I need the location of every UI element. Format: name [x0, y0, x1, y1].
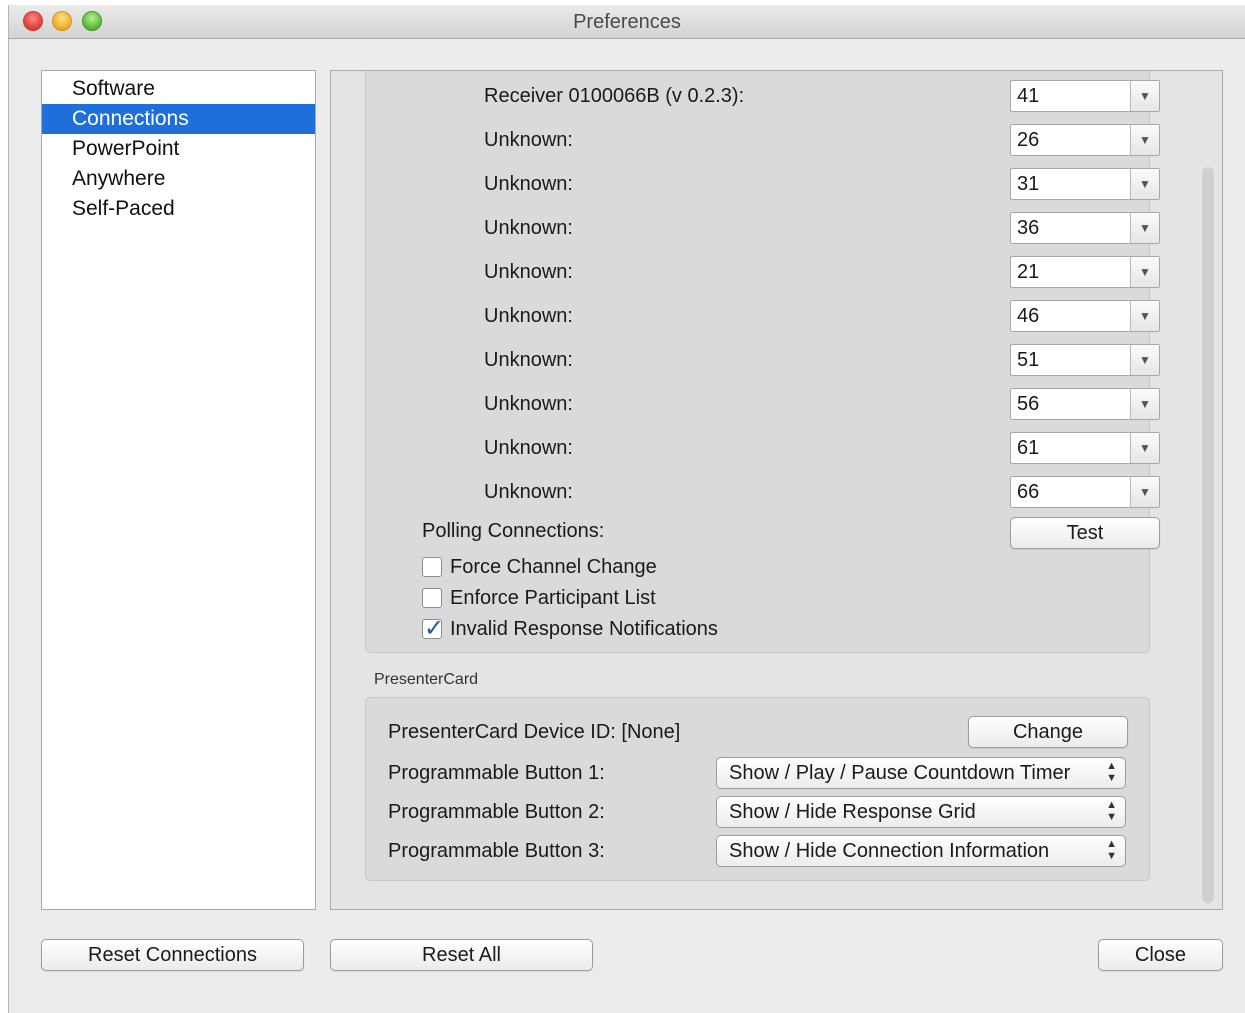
preferences-window: Preferences Software Connections PowerPo… — [8, 5, 1245, 1013]
receiver-label: Unknown: — [484, 305, 573, 327]
popup-value[interactable]: Show / Play / Pause Countdown Timer — [729, 758, 1070, 788]
programmable-button-1-popup[interactable]: Show / Play / Pause Countdown Timer ▲ ▼ — [716, 757, 1126, 789]
programmable-button-1-label: Programmable Button 1: — [388, 762, 605, 784]
sidebar-item-self-paced[interactable]: Self-Paced — [42, 194, 315, 224]
receiver-row: Unknown: 46 ▼ — [366, 298, 1160, 334]
channel-value[interactable]: 41 — [1017, 81, 1039, 111]
enforce-participant-list-checkbox[interactable] — [422, 588, 442, 608]
receiver-row: Receiver 0100066B (v 0.2.3): 41 ▼ — [366, 78, 1160, 114]
channel-combobox[interactable]: 46 ▼ — [1010, 300, 1160, 332]
change-button[interactable]: Change — [968, 716, 1128, 748]
up-down-arrows-icon: ▲ ▼ — [1106, 799, 1117, 823]
chevron-down-icon[interactable]: ▼ — [1130, 301, 1159, 331]
preferences-sidebar: Software Connections PowerPoint Anywhere… — [41, 70, 316, 910]
checkbox-label[interactable]: Invalid Response Notifications — [450, 614, 718, 644]
channel-value[interactable]: 36 — [1017, 213, 1039, 243]
receiver-label: Unknown: — [484, 437, 573, 459]
channel-value[interactable]: 56 — [1017, 389, 1039, 419]
channel-combobox[interactable]: 36 ▼ — [1010, 212, 1160, 244]
checkmark-icon: ✓ — [424, 615, 445, 642]
programmable-button-3-label: Programmable Button 3: — [388, 840, 605, 862]
sidebar-item-software[interactable]: Software — [42, 74, 315, 104]
polling-connections-label: Polling Connections: — [422, 520, 605, 542]
channel-value[interactable]: 21 — [1017, 257, 1039, 287]
presentercard-group: PresenterCard Device ID: [None] Change P… — [365, 697, 1150, 881]
invalid-response-notifications-checkbox[interactable]: ✓ — [422, 615, 444, 642]
chevron-down-icon[interactable]: ▼ — [1130, 257, 1159, 287]
receiver-row: Unknown: 36 ▼ — [366, 210, 1160, 246]
channel-combobox[interactable]: 21 ▼ — [1010, 256, 1160, 288]
receiver-label: Receiver 0100066B (v 0.2.3): — [484, 85, 745, 107]
channel-combobox[interactable]: 51 ▼ — [1010, 344, 1160, 376]
force-channel-change-checkbox[interactable] — [422, 557, 442, 577]
receiver-label: Unknown: — [484, 393, 573, 415]
presentercard-section-caption: PresenterCard — [374, 671, 479, 688]
checkbox-label[interactable]: Enforce Participant List — [450, 583, 656, 613]
programmable-button-2-popup[interactable]: Show / Hide Response Grid ▲ ▼ — [716, 796, 1126, 828]
receiver-row: Unknown: 56 ▼ — [366, 386, 1160, 422]
channel-combobox[interactable]: 66 ▼ — [1010, 476, 1160, 508]
channel-value[interactable]: 31 — [1017, 169, 1039, 199]
chevron-down-icon[interactable]: ▼ — [1130, 125, 1159, 155]
sidebar-item-powerpoint[interactable]: PowerPoint — [42, 134, 315, 164]
sidebar-item-connections[interactable]: Connections — [42, 104, 315, 134]
channel-combobox[interactable]: 56 ▼ — [1010, 388, 1160, 420]
receiver-row: Unknown: 51 ▼ — [366, 342, 1160, 378]
receiver-row: Unknown: 21 ▼ — [366, 254, 1160, 290]
chevron-down-icon[interactable]: ▼ — [1130, 81, 1159, 111]
receiver-row: Unknown: 66 ▼ — [366, 474, 1160, 510]
receiver-row: Unknown: 61 ▼ — [366, 430, 1160, 466]
close-button[interactable]: Close — [1098, 939, 1223, 971]
chevron-down-icon[interactable]: ▼ — [1130, 389, 1159, 419]
channel-combobox[interactable]: 31 ▼ — [1010, 168, 1160, 200]
channel-value[interactable]: 61 — [1017, 433, 1039, 463]
vertical-scrollbar[interactable] — [1202, 167, 1214, 903]
channel-combobox[interactable]: 26 ▼ — [1010, 124, 1160, 156]
channel-combobox[interactable]: 61 ▼ — [1010, 432, 1160, 464]
programmable-button-3-popup[interactable]: Show / Hide Connection Information ▲ ▼ — [716, 835, 1126, 867]
channel-value[interactable]: 66 — [1017, 477, 1039, 507]
chevron-down-icon[interactable]: ▼ — [1130, 477, 1159, 507]
connections-panel: Receiver 0100066B (v 0.2.3): 41 ▼ Unknow… — [330, 70, 1223, 910]
chevron-down-icon[interactable]: ▼ — [1130, 433, 1159, 463]
up-down-arrows-icon: ▲ ▼ — [1106, 760, 1117, 784]
channel-combobox[interactable]: 41 ▼ — [1010, 80, 1160, 112]
receiver-label: Unknown: — [484, 349, 573, 371]
chevron-down-icon[interactable]: ▼ — [1130, 345, 1159, 375]
receiver-label: Unknown: — [484, 217, 573, 239]
title-bar[interactable]: Preferences — [9, 5, 1245, 39]
receiver-label: Unknown: — [484, 129, 573, 151]
sidebar-item-anywhere[interactable]: Anywhere — [42, 164, 315, 194]
checkbox-label[interactable]: Force Channel Change — [450, 552, 657, 582]
test-button[interactable]: Test — [1010, 517, 1160, 549]
receiver-label: Unknown: — [484, 481, 573, 503]
chevron-down-icon[interactable]: ▼ — [1130, 213, 1159, 243]
up-down-arrows-icon: ▲ ▼ — [1106, 838, 1117, 862]
reset-connections-button[interactable]: Reset Connections — [41, 939, 304, 971]
receiver-label: Unknown: — [484, 173, 573, 195]
popup-value[interactable]: Show / Hide Connection Information — [729, 836, 1049, 866]
reset-all-button[interactable]: Reset All — [330, 939, 593, 971]
receivers-group: Receiver 0100066B (v 0.2.3): 41 ▼ Unknow… — [365, 71, 1160, 653]
programmable-button-2-label: Programmable Button 2: — [388, 801, 605, 823]
receiver-row: Unknown: 26 ▼ — [366, 122, 1160, 158]
receiver-label: Unknown: — [484, 261, 573, 283]
chevron-down-icon[interactable]: ▼ — [1130, 169, 1159, 199]
popup-value[interactable]: Show / Hide Response Grid — [729, 797, 976, 827]
channel-value[interactable]: 26 — [1017, 125, 1039, 155]
channel-value[interactable]: 46 — [1017, 301, 1039, 331]
receiver-row: Unknown: 31 ▼ — [366, 166, 1160, 202]
device-id-label: PresenterCard Device ID: [None] — [388, 721, 681, 743]
window-title: Preferences — [573, 11, 681, 33]
channel-value[interactable]: 51 — [1017, 345, 1039, 375]
